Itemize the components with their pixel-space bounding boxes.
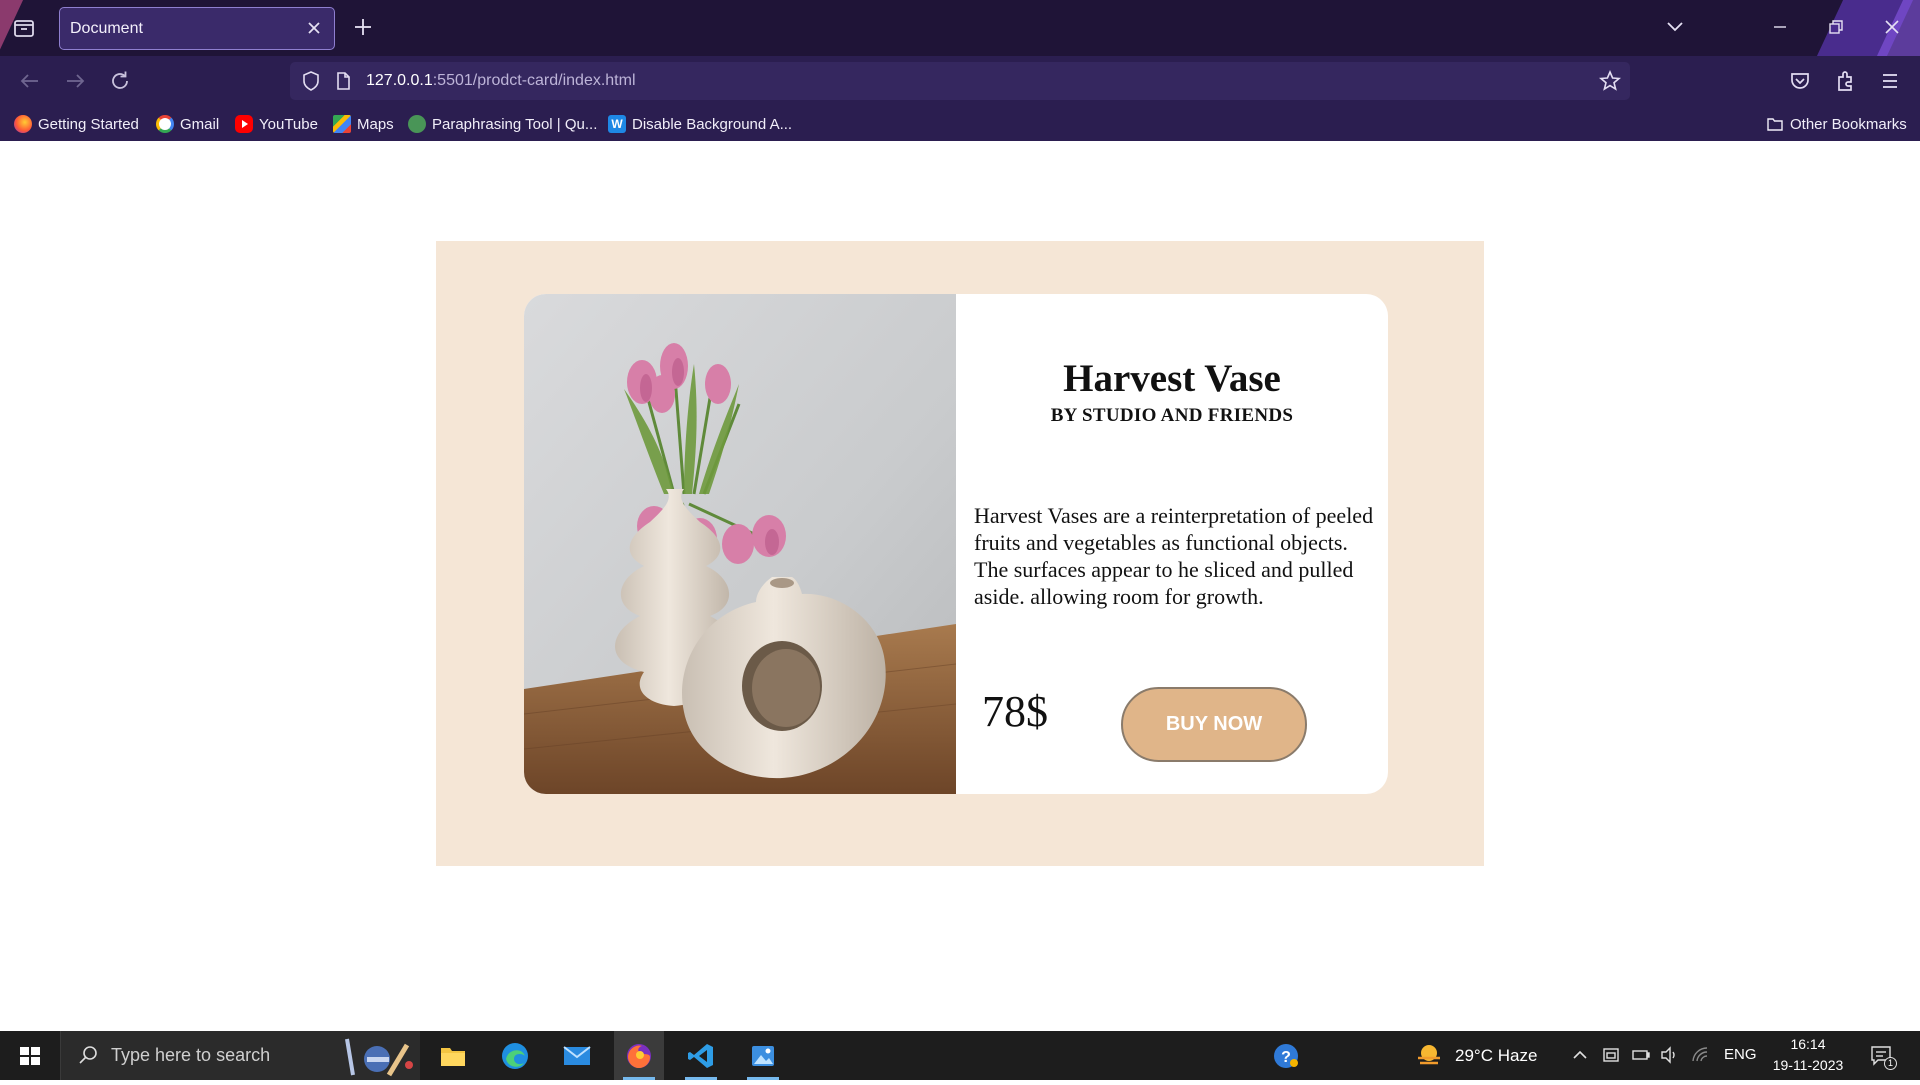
youtube-icon (235, 115, 253, 133)
product-card: Harvest Vase BY STUDIO AND FRIENDS Harve… (524, 294, 1388, 794)
minimize-button[interactable] (1752, 0, 1808, 56)
notification-icon[interactable]: 1 (1869, 1043, 1897, 1071)
page-info-icon[interactable] (332, 70, 354, 92)
battery-icon[interactable] (1631, 1045, 1651, 1065)
bookmarks-toolbar: Getting Started Gmail YouTube Maps Parap… (0, 106, 1920, 141)
chevron-up-icon[interactable] (1570, 1045, 1590, 1065)
menu-icon[interactable] (1876, 67, 1904, 95)
weather-text[interactable]: 29°C Haze (1455, 1046, 1537, 1066)
bookmark-youtube[interactable]: YouTube (235, 113, 318, 135)
windows-start-button[interactable] (0, 1031, 60, 1080)
bookmark-label: Paraphrasing Tool | Qu... (432, 115, 598, 133)
language-indicator[interactable]: ENG (1724, 1046, 1757, 1063)
bookmark-disable-background[interactable]: W Disable Background A... (608, 113, 792, 135)
search-icon (77, 1044, 99, 1066)
clock[interactable]: 16:14 19-11-2023 (1764, 1034, 1852, 1078)
edge-icon[interactable] (490, 1031, 540, 1080)
product-price: 78$ (982, 687, 1048, 736)
bookmark-gmail[interactable]: Gmail (156, 113, 219, 135)
bookmark-label: Maps (357, 115, 394, 133)
search-placeholder: Type here to search (111, 1045, 271, 1065)
notification-count: 1 (1884, 1057, 1897, 1070)
close-icon[interactable] (302, 16, 326, 40)
weather-haze-icon[interactable] (1414, 1042, 1444, 1070)
close-window-button[interactable] (1864, 0, 1920, 56)
new-tab-plus-icon[interactable] (350, 14, 376, 40)
browser-titlebar: Document (0, 0, 1920, 56)
url-path: :5501/prodct-card/index.html (432, 72, 636, 89)
browser-navbar: 127.0.0.1:5501/prodct-card/index.html (0, 56, 1920, 106)
extensions-icon[interactable] (1831, 67, 1859, 95)
speaker-icon[interactable] (1659, 1045, 1679, 1065)
bookmark-maps[interactable]: Maps (333, 113, 394, 135)
vase-photo (524, 294, 957, 794)
folder-icon (1766, 115, 1784, 133)
vscode-icon[interactable] (676, 1031, 726, 1080)
product-description: Harvest Vases are a reinterpretation of … (974, 503, 1374, 609)
tab-title: Document (70, 20, 143, 37)
address-bar[interactable]: 127.0.0.1:5501/prodct-card/index.html (290, 62, 1630, 100)
bookmark-label: Gmail (180, 115, 220, 133)
device-icon[interactable] (1601, 1045, 1621, 1065)
forward-arrow-icon[interactable] (61, 67, 89, 95)
pocket-icon[interactable] (1786, 67, 1814, 95)
other-bookmarks-folder[interactable]: Other Bookmarks (1766, 113, 1907, 135)
back-arrow-icon[interactable] (16, 67, 44, 95)
product-info: Harvest Vase BY STUDIO AND FRIENDS Harve… (956, 294, 1388, 794)
bookmark-label: Disable Background A... (632, 115, 793, 133)
bookmark-label: Other Bookmarks (1790, 115, 1907, 133)
product-card-background: Harvest Vase BY STUDIO AND FRIENDS Harve… (436, 241, 1484, 866)
mail-icon[interactable] (552, 1031, 602, 1080)
firefox-taskbar-icon[interactable] (614, 1031, 664, 1080)
file-explorer-icon[interactable] (428, 1031, 478, 1080)
tab-document[interactable]: Document (59, 7, 335, 50)
star-icon[interactable] (1598, 69, 1622, 93)
product-title: Harvest Vase (1063, 357, 1281, 400)
web-page: Harvest Vase BY STUDIO AND FRIENDS Harve… (0, 141, 1920, 1031)
wifi-icon[interactable] (1690, 1045, 1710, 1065)
clock-date: 19-11-2023 (1772, 1057, 1844, 1073)
maps-icon (333, 115, 351, 133)
reload-icon[interactable] (106, 67, 134, 95)
restore-button[interactable] (1808, 0, 1864, 56)
tab-list-icon[interactable] (12, 16, 38, 40)
chevron-down-icon[interactable] (1662, 14, 1688, 40)
google-icon (156, 115, 174, 133)
url-text[interactable]: 127.0.0.1:5501/prodct-card/index.html (366, 72, 636, 90)
cricket-search-highlight-icon (337, 1035, 417, 1077)
buy-now-button[interactable]: BUY NOW (1121, 687, 1307, 762)
help-icon[interactable]: ? (1272, 1042, 1300, 1070)
w-icon: W (608, 115, 626, 133)
photos-icon[interactable] (738, 1031, 788, 1080)
firefox-icon (14, 115, 32, 133)
bookmark-getting-started[interactable]: Getting Started (14, 113, 139, 135)
shield-icon[interactable] (300, 70, 322, 92)
quillbot-icon (408, 115, 426, 133)
product-brand: BY STUDIO AND FRIENDS (1050, 405, 1294, 426)
bookmark-paraphrasing-tool[interactable]: Paraphrasing Tool | Qu... (408, 113, 597, 135)
clock-time: 16:14 (1790, 1036, 1826, 1052)
url-host: 127.0.0.1 (366, 72, 433, 89)
bookmark-label: YouTube (259, 115, 318, 133)
svg-text:?: ? (1281, 1049, 1291, 1066)
windows-taskbar: Type here to search ? 29°C Haze ENG 16:1… (0, 1031, 1920, 1080)
bookmark-label: Getting Started (38, 115, 139, 133)
taskbar-search[interactable]: Type here to search (60, 1031, 420, 1080)
